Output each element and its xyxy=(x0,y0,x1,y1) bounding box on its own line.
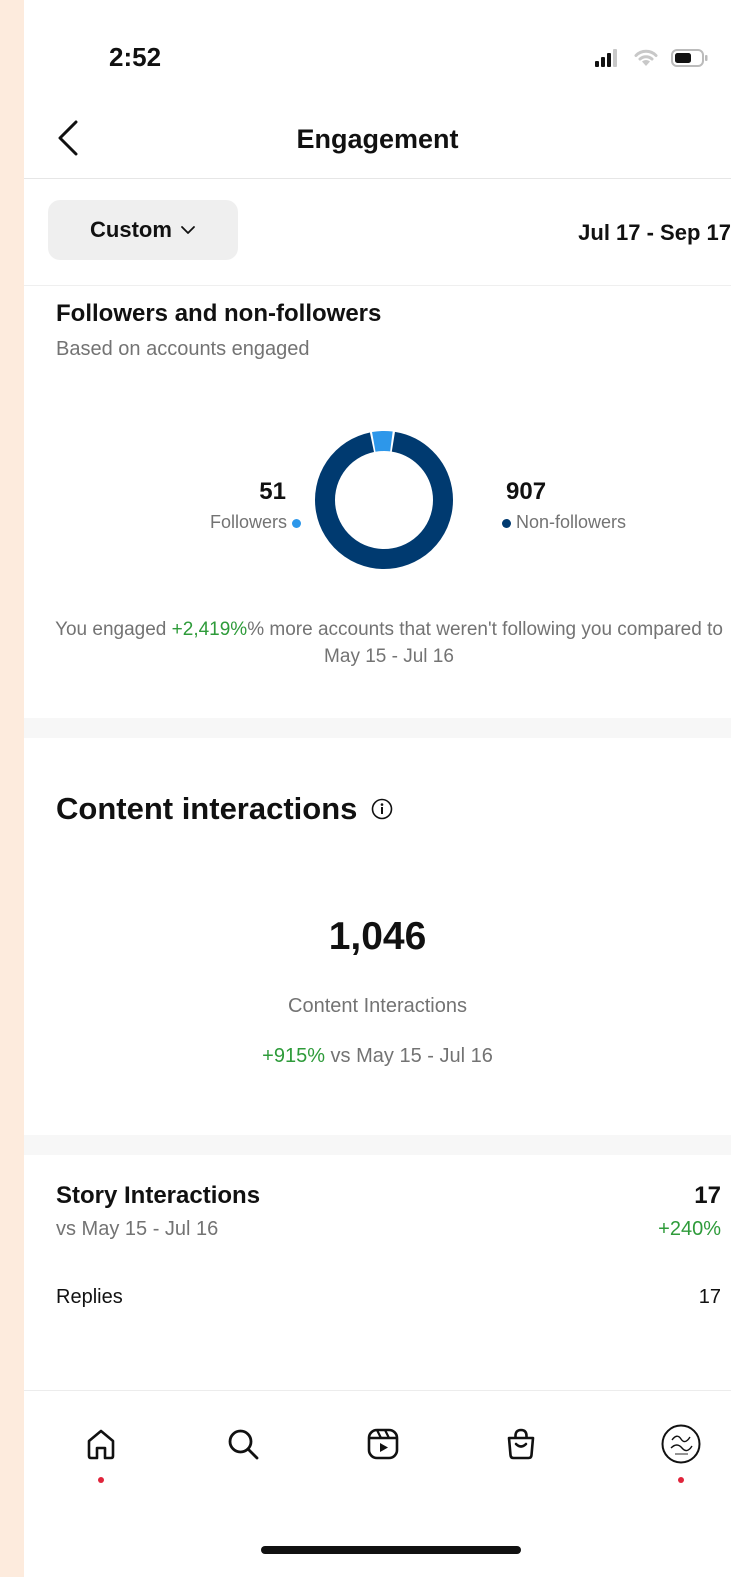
nonfollowers-dot xyxy=(502,518,511,528)
wifi-icon xyxy=(634,49,658,66)
note-prefix: You engaged xyxy=(55,619,172,640)
notification-dot xyxy=(98,1477,104,1483)
nonfollowers-legend: Non-followers xyxy=(502,512,626,533)
content-interactions-heading: Content interactions xyxy=(56,791,358,826)
content-interactions-change: +915% vs May 15 - Jul 16 xyxy=(24,1045,731,1068)
content-interactions-label: Content Interactions xyxy=(288,995,467,1017)
reels-icon xyxy=(367,1428,399,1460)
content-interactions-section: Content interactions 1,046 Content Inter… xyxy=(24,745,731,1125)
status-time: 2:52 xyxy=(109,42,162,72)
followers-donut-chart xyxy=(315,431,453,569)
period-label: Custom xyxy=(90,217,172,242)
content-interactions-title: Content interactions xyxy=(56,791,393,827)
change-percent: +915% xyxy=(262,1045,325,1067)
phone-screen: 2:52 Engagement Custom Jul 17 - Sep 17 F… xyxy=(24,0,731,1577)
search-icon xyxy=(228,1429,259,1460)
signal-icon xyxy=(595,49,617,67)
status-bar: 2:52 xyxy=(24,0,731,100)
story-interactions-title: Story Interactions xyxy=(56,1182,261,1209)
info-icon[interactable] xyxy=(371,798,393,820)
tab-reels[interactable] xyxy=(358,1419,408,1469)
story-interactions-change: +240% xyxy=(658,1218,721,1240)
followers-dot xyxy=(292,518,301,528)
section-divider xyxy=(24,718,731,738)
home-indicator xyxy=(261,1546,521,1554)
followers-count: 51 xyxy=(259,478,286,505)
filter-row: Custom Jul 17 - Sep 17 xyxy=(24,180,731,286)
tab-shop[interactable] xyxy=(496,1419,546,1469)
story-interactions-subtitle: vs May 15 - Jul 16 xyxy=(56,1218,219,1240)
date-range[interactable]: Jul 17 - Sep 17 xyxy=(578,220,731,246)
nonfollowers-count: 907 xyxy=(506,478,547,505)
section-divider xyxy=(24,1135,731,1155)
note-highlight: +2,419% xyxy=(171,619,248,640)
content-interactions-value: 1,046 xyxy=(328,915,427,958)
nonfollowers-label: Non-followers xyxy=(516,512,627,532)
profile-avatar xyxy=(661,1424,701,1464)
change-suffix: vs May 15 - Jul 16 xyxy=(325,1045,493,1067)
donut-slice-non-followers xyxy=(315,431,453,569)
engaged-note: You engaged +2,419%% more accounts that … xyxy=(44,616,731,670)
section-subtitle: Based on accounts engaged xyxy=(56,338,310,360)
chevron-down-icon xyxy=(181,226,195,234)
tab-search[interactable] xyxy=(218,1419,268,1469)
followers-label: Followers xyxy=(209,512,287,532)
home-icon xyxy=(87,1429,115,1460)
replies-label: Replies xyxy=(56,1286,123,1308)
tab-home[interactable] xyxy=(76,1419,126,1483)
followers-legend: Followers xyxy=(210,512,301,533)
section-title: Followers and non-followers xyxy=(56,300,382,327)
status-icons xyxy=(595,48,709,68)
page-title: Engagement xyxy=(296,124,459,154)
note-suffix: % more accounts that weren't following y… xyxy=(247,619,723,667)
nav-header: Engagement xyxy=(24,100,731,179)
story-interactions-section: Story Interactions vs May 15 - Jul 16 17… xyxy=(24,1160,731,1380)
story-interactions-count: 17 xyxy=(694,1182,721,1209)
shop-icon xyxy=(507,1428,535,1460)
battery-icon xyxy=(671,49,708,67)
tab-profile[interactable] xyxy=(656,1419,706,1483)
replies-value: 17 xyxy=(698,1286,721,1308)
notification-dot xyxy=(678,1477,684,1483)
followers-section: Followers and non-followers Based on acc… xyxy=(24,290,731,710)
period-dropdown[interactable]: Custom xyxy=(48,200,238,260)
